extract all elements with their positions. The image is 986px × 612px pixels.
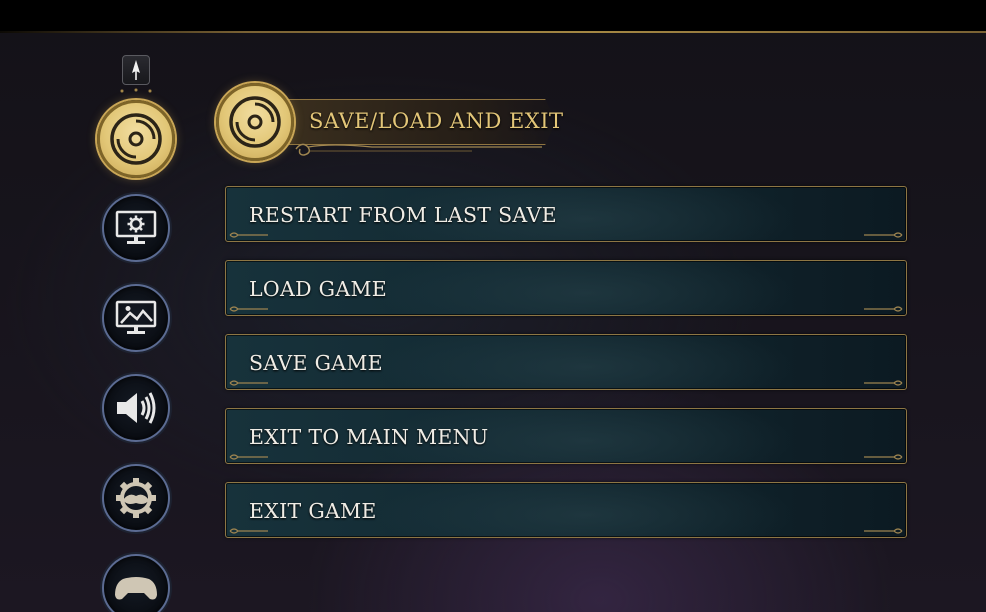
sidebar-item-audio[interactable] — [102, 374, 170, 442]
exit-to-main-menu-button[interactable]: EXIT TO MAIN MENU — [225, 408, 907, 464]
corner-ornament-icon — [229, 380, 268, 386]
save-game-button[interactable]: SAVE GAME — [225, 334, 907, 390]
sidebar-item-save-load-exit[interactable] — [97, 100, 175, 178]
page-title: SAVE/LOAD AND EXIT — [309, 109, 564, 133]
corner-ornament-icon — [864, 232, 903, 238]
top-gold-divider — [0, 31, 986, 33]
menu-item-label: RESTART FROM LAST SAVE — [249, 203, 557, 227]
corner-ornament-icon — [864, 380, 903, 386]
gear-cogwheel-icon — [116, 478, 156, 518]
corner-ornament-icon — [229, 232, 268, 238]
sidebar-item-graphics[interactable] — [102, 284, 170, 352]
sidebar-item-controls[interactable] — [102, 554, 170, 612]
load-game-button[interactable]: LOAD GAME — [225, 260, 907, 316]
header-emblem — [216, 83, 294, 161]
speaker-icon — [117, 392, 156, 424]
sidebar-item-gameplay[interactable] — [102, 464, 170, 532]
restart-from-last-save-button[interactable]: RESTART FROM LAST SAVE — [225, 186, 907, 242]
menu-item-label: EXIT GAME — [249, 499, 377, 523]
menu-item-label: SAVE GAME — [249, 351, 383, 375]
monitor-image-icon — [115, 300, 157, 334]
page-header: SAVE/LOAD AND EXIT — [216, 83, 576, 163]
corner-ornament-icon — [864, 306, 903, 312]
scroll-up-button[interactable] — [122, 55, 150, 85]
sidebar-item-display-settings[interactable] — [102, 194, 170, 262]
gamepad-icon — [115, 577, 157, 600]
scroll-indicator-dots — [114, 86, 158, 96]
corner-ornament-icon — [864, 454, 903, 460]
monitor-gear-icon — [115, 210, 157, 244]
corner-ornament-icon — [864, 528, 903, 534]
flourish-ornament-icon — [295, 143, 542, 156]
corner-ornament-icon — [229, 528, 268, 534]
menu-item-label: EXIT TO MAIN MENU — [249, 425, 489, 449]
disc-icon — [110, 113, 162, 165]
corner-ornament-icon — [229, 306, 268, 312]
exit-game-button[interactable]: EXIT GAME — [225, 482, 907, 538]
menu-item-label: LOAD GAME — [249, 277, 388, 301]
top-bar — [0, 0, 986, 33]
corner-ornament-icon — [229, 454, 268, 460]
settings-category-sidebar — [96, 52, 176, 612]
disc-icon — [229, 96, 281, 148]
arrow-up-icon — [132, 60, 140, 80]
